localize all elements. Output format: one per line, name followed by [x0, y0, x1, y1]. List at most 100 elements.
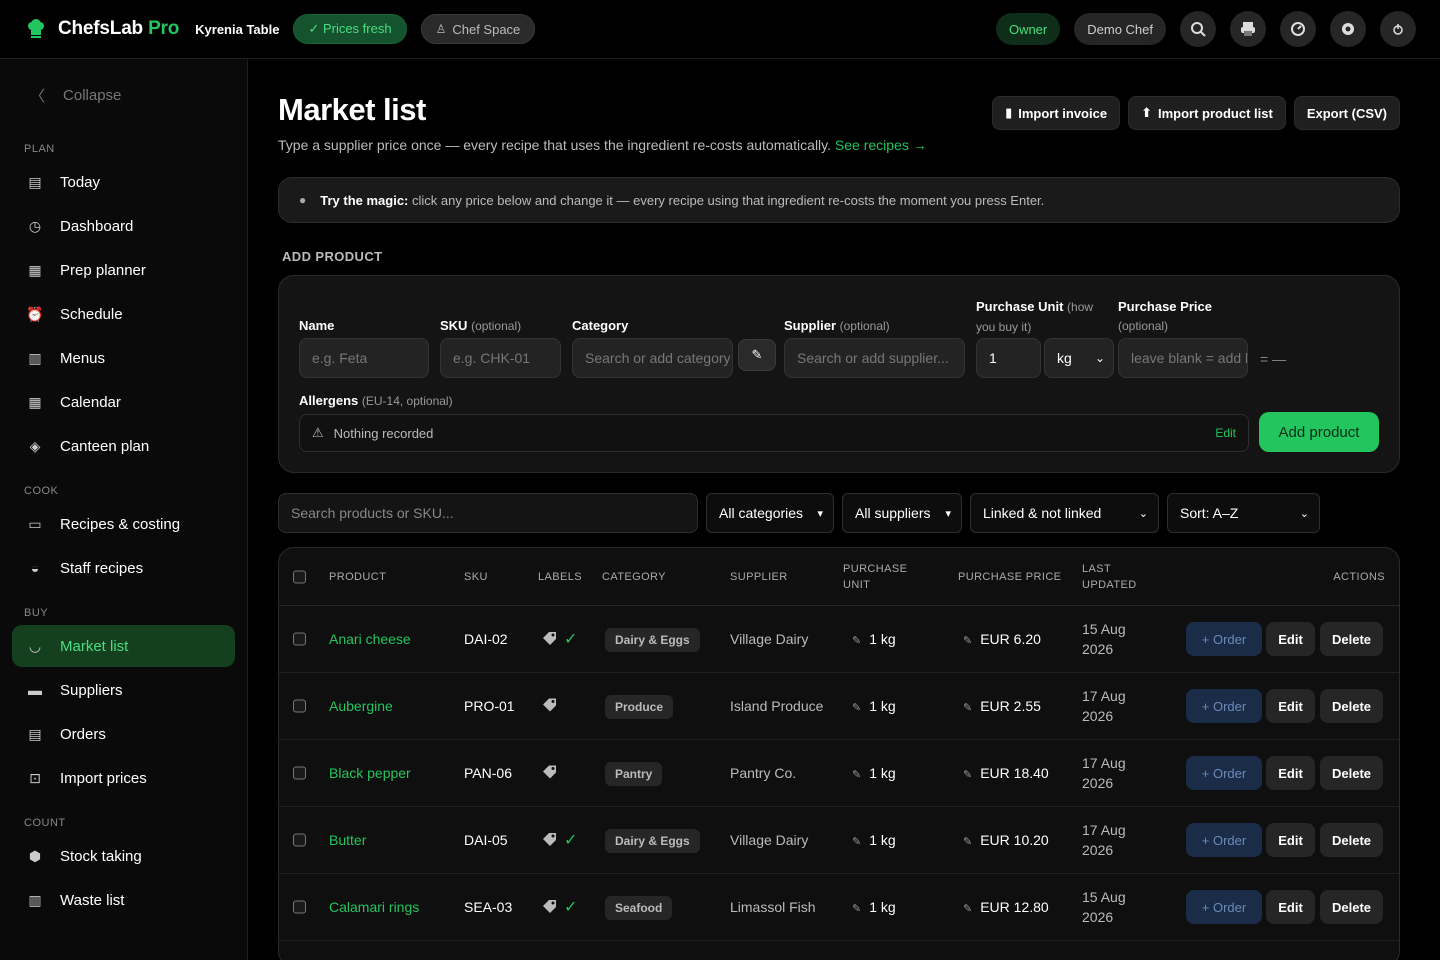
sidebar-item-menus[interactable]: ▥ Menus [12, 337, 235, 379]
sidebar-item-market-list[interactable]: ◡ Market list [12, 625, 235, 667]
collapse-button[interactable]: 〈 Collapse [12, 59, 235, 131]
printer-icon[interactable] [1230, 11, 1266, 47]
row-checkbox[interactable] [293, 833, 306, 847]
purchase-price-input[interactable]: leave blank = add later [1118, 338, 1248, 378]
row-checkbox[interactable] [293, 766, 306, 780]
delete-button[interactable]: Delete [1320, 823, 1383, 857]
col-sku[interactable]: SKU [464, 569, 488, 585]
product-search-input[interactable]: Search products or SKU... [278, 493, 698, 533]
user-menu-button[interactable]: Demo Chef [1074, 13, 1166, 45]
magic-hint-text: Try the magic: click any price below and… [320, 192, 1045, 208]
allergens-edit-link[interactable]: Edit [1215, 426, 1236, 440]
delete-button[interactable]: Delete [1320, 756, 1383, 790]
sidebar-item-label: Recipes & costing [60, 515, 181, 533]
import-invoice-button[interactable]: ▮ Import invoice [992, 96, 1121, 130]
unit-quantity-input[interactable]: 1 [976, 338, 1041, 378]
link-filter-value: Linked & not linked [983, 505, 1102, 521]
row-checkbox[interactable] [293, 900, 306, 914]
sidebar-item-recipes[interactable]: ▭ Recipes & costing [12, 503, 235, 545]
sidebar-item-orders[interactable]: ▤ Orders [12, 713, 235, 755]
product-name-link[interactable]: Aubergine [329, 698, 393, 714]
order-button[interactable]: + Order [1186, 689, 1262, 723]
edit-button[interactable]: Edit [1266, 689, 1315, 723]
name-input[interactable]: e.g. Feta [299, 338, 429, 378]
order-button[interactable]: + Order [1186, 756, 1262, 790]
col-supplier[interactable]: SUPPLIER [730, 569, 788, 585]
select-all-checkbox[interactable] [293, 570, 306, 583]
prices-fresh-badge[interactable]: ✓ Prices fresh [293, 14, 407, 44]
sidebar-item-canteen-plan[interactable]: ◈ Canteen plan [12, 425, 235, 467]
row-checkbox[interactable] [293, 699, 306, 713]
sidebar-item-suppliers[interactable]: ▬ Suppliers [12, 669, 235, 711]
col-category[interactable]: CATEGORY [602, 569, 666, 585]
timer-icon[interactable] [1280, 11, 1316, 47]
sidebar-item-import-prices[interactable]: ⊡ Import prices [12, 757, 235, 799]
purchase-unit-cell[interactable]: ✎ 1 kg [852, 899, 896, 915]
sidebar-item-schedule[interactable]: ⏰ Schedule [12, 293, 235, 335]
chef-space-button[interactable]: ♙ Chef Space [420, 14, 536, 44]
sidebar-item-staff-recipes[interactable]: ◒ Staff recipes [12, 547, 235, 589]
edit-button[interactable]: Edit [1266, 756, 1315, 790]
order-sheet-icon: ▤ [28, 725, 42, 742]
settings-icon[interactable] [1330, 11, 1366, 47]
order-button[interactable]: + Order [1186, 622, 1262, 656]
sidebar-item-dashboard[interactable]: ◷ Dashboard [12, 205, 235, 247]
product-name-link[interactable]: Black pepper [329, 765, 411, 781]
unit-select[interactable]: kg ⌄ [1044, 338, 1114, 378]
col-purchase-price[interactable]: PURCHASE PRICE [958, 569, 1061, 585]
purchase-price-cell[interactable]: ✎ EUR 6.20 [963, 631, 1041, 647]
product-name-link[interactable]: Anari cheese [329, 631, 411, 647]
pencil-icon: ✎ [852, 903, 862, 915]
see-recipes-link[interactable]: See recipes → [835, 137, 927, 153]
product-name-link[interactable]: Calamari rings [329, 899, 419, 915]
order-button[interactable]: + Order [1186, 890, 1262, 924]
order-button[interactable]: + Order [1186, 823, 1262, 857]
supplier-input[interactable]: Search or add supplier... [784, 338, 965, 378]
edit-button[interactable]: Edit [1266, 890, 1315, 924]
sidebar-item-waste-list[interactable]: ▥ Waste list [12, 879, 235, 921]
sidebar-item-calendar[interactable]: ▦ Calendar [12, 381, 235, 423]
sidebar-item-stock-taking[interactable]: ⬢ Stock taking [12, 835, 235, 877]
delete-button[interactable]: Delete [1320, 689, 1383, 723]
category-input[interactable]: Search or add category [572, 338, 733, 378]
col-purchase-unit[interactable]: PURCHASE UNIT [843, 561, 907, 593]
col-last-updated[interactable]: LAST UPDATED [1082, 561, 1137, 593]
role-owner-badge[interactable]: Owner [995, 13, 1061, 45]
purchase-price-cell[interactable]: ✎ EUR 12.80 [963, 899, 1049, 915]
allergens-field[interactable]: ⚠ Nothing recorded Edit [299, 414, 1249, 452]
edit-categories-pencil-icon[interactable]: ✎ [738, 339, 776, 371]
logout-icon[interactable] [1380, 11, 1416, 47]
delete-button[interactable]: Delete [1320, 622, 1383, 656]
brand-name: ChefsLab Pro [58, 18, 180, 39]
row-checkbox[interactable] [293, 632, 306, 646]
purchase-unit-cell[interactable]: ✎ 1 kg [852, 832, 896, 848]
supplier-cell: Pantry Co. [730, 765, 797, 781]
purchase-price-cell[interactable]: ✎ EUR 2.55 [963, 698, 1041, 714]
category-filter-select[interactable]: All categories ▾ [706, 493, 834, 533]
add-product-button[interactable]: Add product [1259, 412, 1379, 452]
delete-button[interactable]: Delete [1320, 890, 1383, 924]
purchase-price-cell[interactable]: ✎ EUR 18.40 [963, 765, 1049, 781]
pencil-icon: ✎ [852, 769, 862, 781]
sort-select[interactable]: Sort: A–Z ⌄ [1167, 493, 1320, 533]
link-filter-select[interactable]: Linked & not linked ⌄ [970, 493, 1159, 533]
purchase-price-cell[interactable]: ✎ EUR 10.20 [963, 832, 1049, 848]
search-icon[interactable] [1180, 11, 1216, 47]
purchase-unit-cell[interactable]: ✎ 1 kg [852, 765, 896, 781]
col-product[interactable]: PRODUCT [329, 569, 386, 585]
logo[interactable]: ChefsLab Pro [24, 17, 179, 41]
allergens-label: Allergens (EU-14, optional) [299, 393, 453, 408]
sidebar-item-today[interactable]: ▤ Today [12, 161, 235, 203]
computed-unit-price: = — [1260, 351, 1287, 367]
sidebar-item-prep-planner[interactable]: ▦ Prep planner [12, 249, 235, 291]
import-product-list-button[interactable]: ⬆ Import product list [1128, 96, 1286, 130]
product-name-link[interactable]: Butter [329, 832, 366, 848]
purchase-unit-cell[interactable]: ✎ 1 kg [852, 698, 896, 714]
edit-button[interactable]: Edit [1266, 823, 1315, 857]
pencil-icon: ✎ [963, 702, 973, 714]
sku-input[interactable]: e.g. CHK-01 [440, 338, 561, 378]
supplier-filter-select[interactable]: All suppliers ▾ [842, 493, 962, 533]
export-csv-button[interactable]: Export (CSV) [1293, 96, 1400, 130]
purchase-unit-cell[interactable]: ✎ 1 kg [852, 631, 896, 647]
edit-button[interactable]: Edit [1266, 622, 1315, 656]
